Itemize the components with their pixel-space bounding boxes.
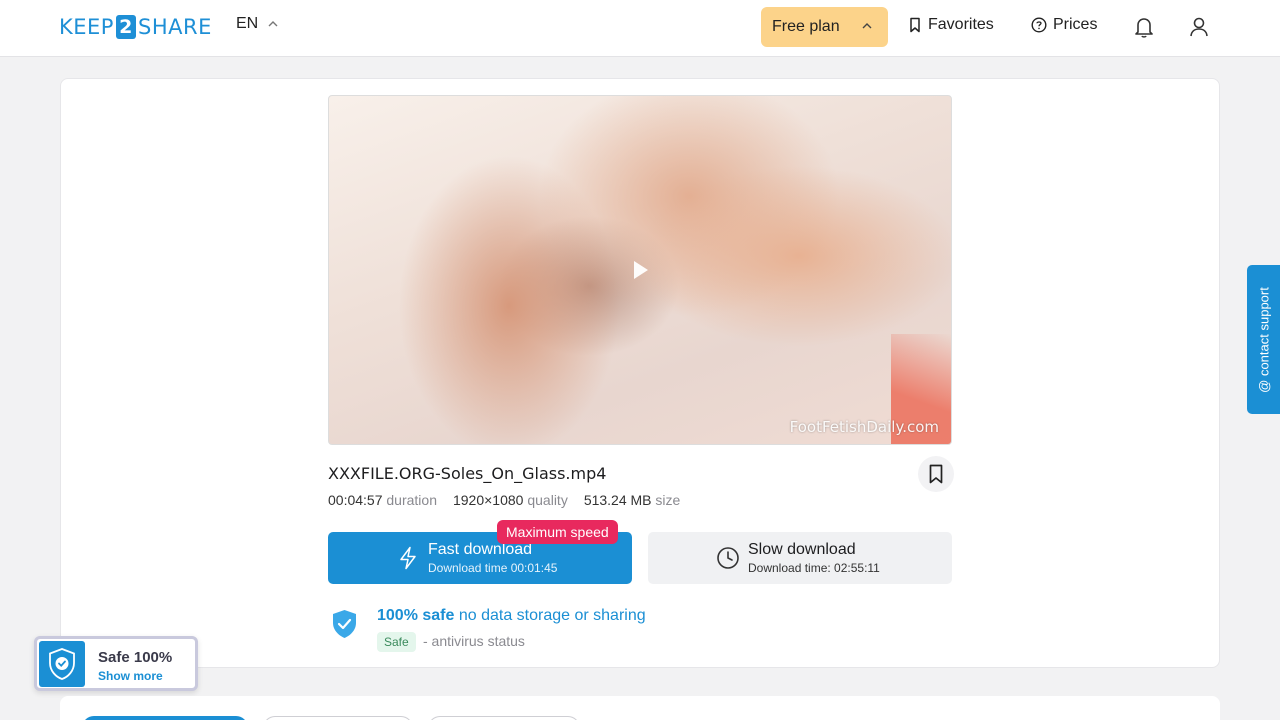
- play-icon[interactable]: [634, 261, 648, 279]
- question-circle-icon: [1031, 17, 1047, 33]
- duration-info: 00:04:57 duration: [328, 492, 437, 508]
- size-label: size: [655, 492, 681, 508]
- fast-download-time: Download time 00:01:45: [428, 561, 558, 575]
- logo-text-two: 2: [115, 15, 136, 39]
- shield-check-icon: [333, 610, 356, 638]
- bookmark-icon: [910, 17, 920, 33]
- favorites-link[interactable]: Favorites: [908, 16, 994, 34]
- logo-text-keep: KEEP: [59, 15, 114, 39]
- clock-icon: [717, 547, 739, 569]
- slow-download-button[interactable]: Slow download Download time: 02:55:11: [648, 532, 952, 584]
- language-label: EN: [236, 15, 259, 32]
- bookmark-button[interactable]: [918, 456, 954, 492]
- logo-text-share: SHARE: [137, 15, 212, 39]
- contact-support-tab[interactable]: @ contact support: [1247, 265, 1280, 414]
- preview-watermark: FootFetishDaily.com: [789, 418, 939, 436]
- video-preview[interactable]: FootFetishDaily.com: [328, 95, 952, 445]
- language-selector[interactable]: EN: [236, 15, 278, 33]
- quality-info: 1920×1080 quality: [453, 492, 568, 508]
- bookmark-icon: [929, 464, 943, 484]
- safe-badge: [39, 641, 85, 687]
- size-info: 513.24 MB size: [584, 492, 681, 508]
- quality-label: quality: [527, 492, 568, 508]
- duration-value: 00:04:57: [328, 492, 383, 508]
- lightning-icon: [400, 546, 416, 570]
- safety-light: no data storage or sharing: [458, 607, 646, 624]
- quality-value: 1920×1080: [452, 492, 524, 508]
- safe-widget[interactable]: Safe 100% Show more: [34, 636, 198, 691]
- maximum-speed-badge: Maximum speed: [497, 520, 618, 544]
- tab-second[interactable]: [263, 716, 413, 720]
- safety-strong: 100% safe: [377, 607, 455, 624]
- safe-status-pill: Safe: [377, 632, 416, 652]
- tab-third[interactable]: [428, 716, 580, 720]
- free-plan-button[interactable]: Free plan: [761, 7, 888, 47]
- bell-icon[interactable]: [1133, 15, 1155, 39]
- chevron-up-icon: [862, 23, 872, 29]
- slow-download-time: Download time: 02:55:11: [748, 561, 880, 575]
- user-icon[interactable]: [1188, 15, 1210, 39]
- chevron-up-icon: [268, 21, 278, 27]
- prices-label: Prices: [1053, 16, 1098, 33]
- keep2share-logo[interactable]: KEEP 2 SHARE: [59, 14, 212, 40]
- top-header: KEEP 2 SHARE EN Free plan Favorites Pric…: [0, 0, 1280, 57]
- show-more-link[interactable]: Show more: [98, 669, 163, 683]
- tab-active[interactable]: [82, 716, 248, 720]
- file-name: XXXFILE.ORG-Soles_On_Glass.mp4: [328, 464, 607, 483]
- tabs-card: [60, 696, 1220, 720]
- slow-download-title: Slow download: [748, 541, 856, 558]
- contact-support-label: @ contact support: [1256, 286, 1271, 393]
- size-value: 513.24 MB: [583, 492, 652, 508]
- file-meta: 00:04:57 duration 1920×1080 quality 513.…: [328, 492, 680, 508]
- favorites-label: Favorites: [928, 16, 994, 33]
- shield-check-icon: [49, 648, 75, 680]
- duration-label: duration: [386, 492, 437, 508]
- safety-text: 100% safe no data storage or sharing: [377, 607, 646, 625]
- antivirus-status-text: - antivirus status: [423, 633, 525, 649]
- free-plan-label: Free plan: [772, 18, 840, 35]
- safe-widget-title: Safe 100%: [98, 649, 173, 666]
- prices-link[interactable]: Prices: [1031, 16, 1097, 34]
